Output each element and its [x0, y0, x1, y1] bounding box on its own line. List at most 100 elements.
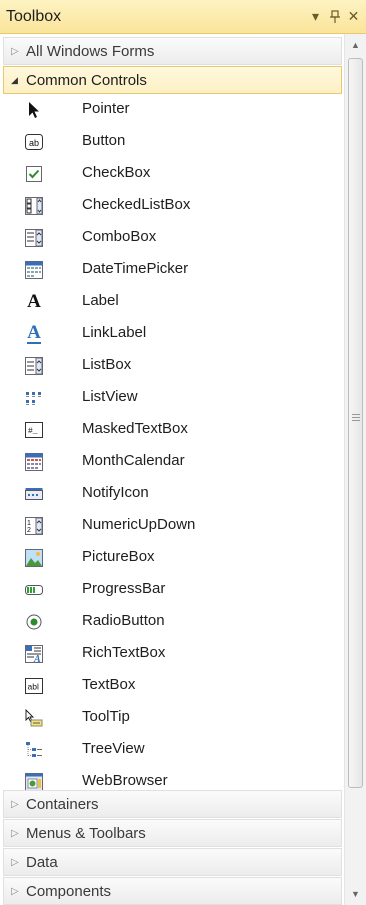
tool-item-checkedlistbox[interactable]: CheckedListBox [0, 190, 344, 222]
window-position-dropdown-icon[interactable]: ▾ [307, 7, 324, 27]
tool-label: RichTextBox [82, 644, 166, 661]
tool-item-treeview[interactable]: TreeView [0, 734, 344, 766]
linklabel-icon: A [27, 322, 41, 344]
tool-label: Button [82, 132, 126, 149]
tooltip-icon [25, 709, 43, 727]
tool-label: ListBox [82, 356, 132, 373]
tool-item-listbox[interactable]: ListBox [0, 350, 344, 382]
toolbox-title: Toolbox [6, 7, 62, 25]
tool-item-combobox[interactable]: ComboBox [0, 222, 344, 254]
group-label: Common Controls [26, 71, 147, 89]
scroll-down-arrow-icon[interactable]: ▼ [345, 885, 366, 903]
tool-label: MonthCalendar [82, 452, 185, 469]
tool-item-picturebox[interactable]: PictureBox [0, 542, 344, 574]
toolbox-titlebar: Toolbox ▾ ✕ [0, 0, 366, 34]
tool-item-monthcalendar[interactable]: MonthCalendar [0, 446, 344, 478]
group-label: Data [26, 853, 58, 871]
pointer-icon [25, 101, 43, 119]
numericupdown-icon: 12 [25, 517, 43, 535]
tool-label: NumericUpDown [82, 516, 196, 533]
richtextbox-icon: A [25, 645, 43, 663]
tool-item-notifyicon[interactable]: NotifyIcon [0, 478, 344, 510]
tool-label: DateTimePicker [82, 260, 189, 277]
notifyicon-icon [25, 485, 43, 503]
pin-icon[interactable] [326, 7, 343, 27]
tool-item-listview[interactable]: ListView [0, 382, 344, 414]
checkbox-icon [25, 165, 43, 183]
tool-item-tooltip[interactable]: ToolTip [0, 702, 344, 734]
treeview-icon [25, 741, 43, 759]
tool-label: ComboBox [82, 228, 157, 245]
svg-text:ab: ab [29, 138, 39, 148]
group-common-controls[interactable]: ◢ Common Controls [3, 66, 342, 94]
svg-text:abl: abl [28, 682, 39, 692]
listbox-icon [25, 357, 43, 375]
tool-item-linklabel[interactable]: A LinkLabel [0, 318, 344, 350]
svg-text:#_: #_ [28, 427, 38, 436]
checkedlistbox-icon [25, 197, 43, 215]
toolbox-content: ▷ All Windows Forms ◢ Common Controls Po… [0, 34, 344, 905]
tool-item-numericupdown[interactable]: 12 NumericUpDown [0, 510, 344, 542]
tool-item-pointer[interactable]: Pointer [0, 94, 344, 126]
scrollbar-thumb[interactable] [348, 58, 363, 788]
group-containers[interactable]: ▷ Containers [3, 790, 342, 818]
group-menus-toolbars[interactable]: ▷ Menus & Toolbars [3, 819, 342, 847]
radiobutton-icon [25, 613, 43, 631]
collapsed-triangle-icon: ▷ [11, 45, 19, 57]
svg-text:A: A [33, 654, 41, 663]
tool-label: LinkLabel [82, 324, 147, 341]
tool-label: RadioButton [82, 612, 165, 629]
picturebox-icon [25, 549, 43, 567]
datetimepicker-icon [25, 261, 43, 279]
collapsed-triangle-icon: ▷ [11, 827, 19, 839]
tool-item-button[interactable]: ab Button [0, 126, 344, 158]
collapsed-triangle-icon: ▷ [11, 798, 19, 810]
tool-label: ProgressBar [82, 580, 166, 597]
toolbox-window: Toolbox ▾ ✕ ▷ All Windows Forms ◢ Common… [0, 0, 366, 905]
listview-icon [25, 389, 43, 407]
monthcalendar-icon [25, 453, 43, 471]
label-icon: A [27, 291, 41, 312]
webbrowser-icon [25, 773, 43, 791]
scroll-up-arrow-icon[interactable]: ▲ [345, 36, 366, 54]
group-components[interactable]: ▷ Components [3, 877, 342, 905]
group-label: Components [26, 882, 112, 900]
vertical-scrollbar[interactable]: ▲ ▼ [344, 34, 366, 905]
tool-item-label[interactable]: A Label [0, 286, 344, 318]
tool-label: Pointer [82, 100, 130, 117]
tool-label: CheckedListBox [82, 196, 191, 213]
tool-item-maskedtextbox[interactable]: #_ MaskedTextBox [0, 414, 344, 446]
tool-label: ToolTip [82, 708, 130, 725]
tool-label: CheckBox [82, 164, 151, 181]
scrollbar-grip-icon [352, 414, 360, 423]
tool-label: ListView [82, 388, 138, 405]
combobox-icon [25, 229, 43, 247]
close-icon[interactable]: ✕ [345, 7, 362, 27]
tool-label: Label [82, 292, 119, 309]
tool-label: WebBrowser [82, 772, 168, 789]
tool-item-textbox[interactable]: abl TextBox [0, 670, 344, 702]
group-data[interactable]: ▷ Data [3, 848, 342, 876]
tool-label: PictureBox [82, 548, 155, 565]
svg-text:1: 1 [27, 520, 31, 527]
group-label: Containers [26, 795, 99, 813]
tool-item-progressbar[interactable]: ProgressBar [0, 574, 344, 606]
collapsed-triangle-icon: ▷ [11, 856, 19, 868]
maskedtextbox-icon: #_ [25, 421, 43, 439]
tool-item-checkbox[interactable]: CheckBox [0, 158, 344, 190]
tool-label: NotifyIcon [82, 484, 149, 501]
tool-item-datetimepicker[interactable]: DateTimePicker [0, 254, 344, 286]
group-label: All Windows Forms [26, 42, 155, 60]
tool-label: MaskedTextBox [82, 420, 188, 437]
expanded-triangle-icon: ◢ [11, 74, 18, 85]
group-label: Menus & Toolbars [26, 824, 146, 842]
tool-label: TreeView [82, 740, 145, 757]
tool-item-radiobutton[interactable]: RadioButton [0, 606, 344, 638]
svg-text:2: 2 [27, 527, 31, 534]
textbox-icon: abl [25, 677, 43, 695]
tool-label: TextBox [82, 676, 136, 693]
group-all-windows-forms[interactable]: ▷ All Windows Forms [3, 37, 342, 65]
button-icon: ab [25, 133, 43, 151]
collapsed-triangle-icon: ▷ [11, 885, 19, 897]
tool-item-richtextbox[interactable]: A RichTextBox [0, 638, 344, 670]
